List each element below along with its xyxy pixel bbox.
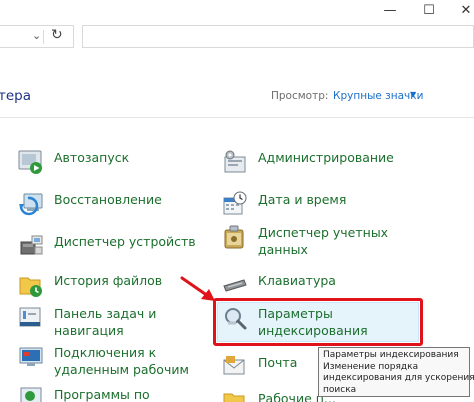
minimize-icon: — [383, 2, 397, 18]
cp-item-date-time[interactable]: Дата и время [222, 191, 346, 217]
divider [0, 117, 474, 118]
keyboard-icon [222, 272, 248, 298]
cp-item-device-manager[interactable]: Диспетчер устройств [18, 233, 196, 259]
device-manager-icon [18, 233, 44, 259]
page-title: тера [0, 88, 32, 104]
mail-icon [222, 354, 248, 380]
maximize-button[interactable]: ☐ [409, 0, 449, 20]
cp-item-label: удаленным рабочим [54, 362, 189, 377]
tooltip-text: индексирования для ускорения [323, 373, 474, 383]
view-by-label: Просмотр: [271, 90, 329, 102]
refresh-icon[interactable]: ↻ [51, 27, 63, 43]
date-time-icon [222, 191, 248, 217]
maximize-icon: ☐ [423, 2, 435, 18]
separator [43, 30, 44, 44]
remote-desktop-icon [18, 344, 44, 370]
title-bar: — ☐ ✕ [0, 0, 474, 20]
search-input[interactable] [82, 25, 474, 48]
cp-item-keyboard[interactable]: Клавиатура [222, 272, 336, 298]
cp-item-label: Панель задач и [54, 306, 157, 321]
address-bar: ⌄ ↻ [0, 22, 474, 52]
cp-item-label: Дата и время [258, 192, 347, 207]
recovery-icon [18, 191, 44, 217]
cp-item-label-group: Подключения к удаленным рабочим [54, 344, 189, 378]
chevron-down-icon[interactable]: ⌄ [32, 29, 41, 42]
content-header: тера Просмотр: Крупные значки ▼ [0, 80, 474, 110]
taskbar-icon [18, 305, 44, 331]
minimize-button[interactable]: — [370, 0, 410, 20]
default-programs-icon [18, 386, 44, 402]
cp-item-credential-manager[interactable]: Диспетчер учетных данных [222, 224, 388, 258]
caret-down-icon[interactable]: ▼ [410, 90, 416, 99]
address-field[interactable]: ⌄ ↻ [0, 25, 74, 48]
cp-item-label: История файлов [54, 273, 163, 288]
cp-item-label-group: Диспетчер учетных данных [258, 224, 388, 258]
cp-item-label: Диспетчер устройств [54, 234, 196, 249]
tooltip-title: Параметры индексирования [323, 350, 459, 360]
autoplay-icon [18, 149, 44, 175]
cp-item-label-group: Панель задач и навигация [54, 305, 156, 339]
cp-item-label: Диспетчер учетных [258, 225, 389, 240]
tooltip: Параметры индексирования Изменение поряд… [318, 347, 474, 397]
cp-item-autoplay[interactable]: Автозапуск [18, 149, 129, 175]
annotation-arrow-icon [180, 276, 215, 301]
work-folders-icon [222, 390, 248, 402]
cp-item-label: Администрирование [258, 150, 394, 165]
cp-item-label: Программы по [54, 387, 150, 402]
cp-item-label: данных [258, 242, 308, 257]
cp-item-mail[interactable]: Почта [222, 354, 297, 380]
admin-tools-icon [222, 149, 248, 175]
cp-item-taskbar[interactable]: Панель задач и навигация [18, 305, 156, 339]
annotation-highlight-frame [213, 298, 423, 346]
cp-item-label: Автозапуск [54, 150, 130, 165]
tooltip-text: поиска [323, 384, 357, 395]
cp-item-label: Почта [258, 355, 298, 370]
cp-item-admin-tools[interactable]: Администрирование [222, 149, 394, 175]
cp-item-label: Подключения к [54, 345, 157, 360]
cp-item-label: Клавиатура [258, 273, 336, 288]
tooltip-text: Изменение порядка [323, 361, 419, 372]
cp-item-default-programs[interactable]: Программы по [18, 386, 150, 402]
cp-item-label: Восстановление [54, 192, 162, 207]
cp-item-file-history[interactable]: История файлов [18, 272, 162, 298]
close-icon: ✕ [460, 2, 472, 18]
cp-item-label: навигация [54, 323, 124, 338]
close-button[interactable]: ✕ [446, 0, 474, 20]
file-history-icon [18, 272, 44, 298]
cp-item-remote-desktop[interactable]: Подключения к удаленным рабочим [18, 344, 189, 378]
credential-manager-icon [222, 224, 248, 250]
cp-item-recovery[interactable]: Восстановление [18, 191, 162, 217]
